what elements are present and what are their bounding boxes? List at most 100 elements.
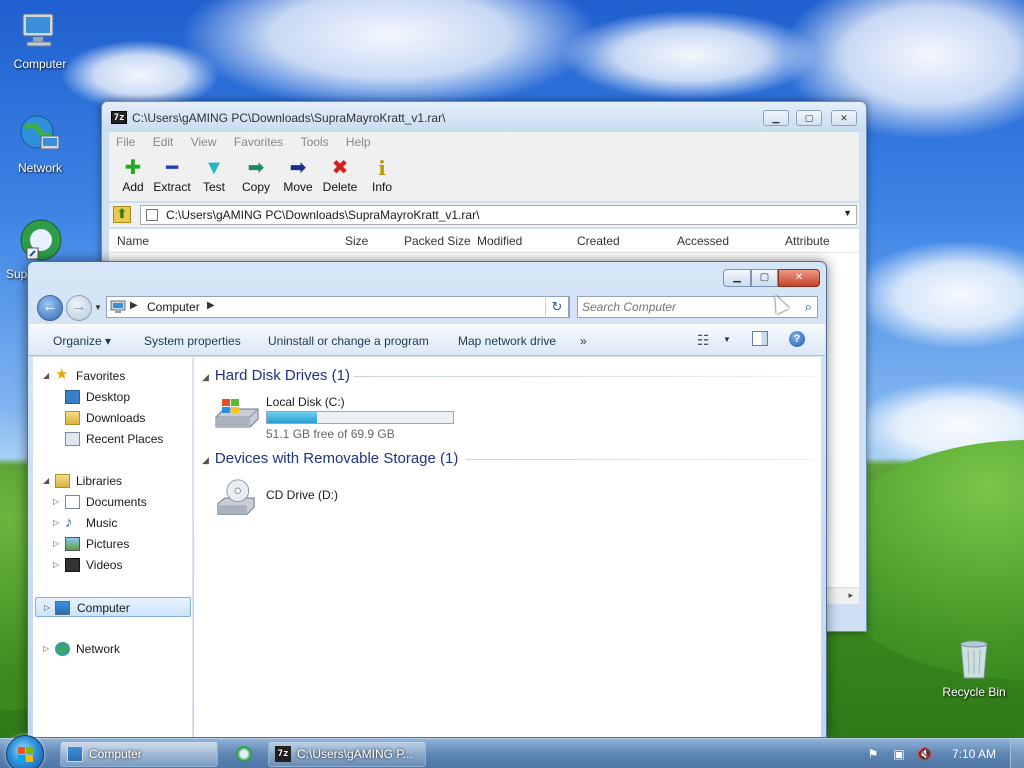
menu-edit[interactable]: Edit (146, 132, 181, 149)
show-desktop-button[interactable] (1010, 739, 1024, 768)
network-icon (55, 642, 70, 656)
nav-computer[interactable]: ▷ Computer (35, 597, 191, 617)
explorer-navigation-row: ← → ▼ ▶ Computer ▶ ▼ ↻ ⌕ (28, 292, 826, 322)
expand-arrow-icon[interactable]: ◢ (43, 366, 49, 386)
column-packed-size[interactable]: Packed Size (404, 234, 471, 248)
navigation-pane[interactable]: ◢ ★ Favorites Desktop Downloads Recent P… (33, 357, 193, 737)
group-header-removable-storage[interactable]: ◢ Devices with Removable Storage (1) (202, 450, 458, 467)
minimize-button[interactable]: ▁ (763, 110, 789, 126)
drive-local-disk-c[interactable]: Local Disk (C:) 51.1 GB free of 69.9 GB (212, 395, 512, 441)
drive-cd-d[interactable]: CD Drive (D:) (212, 478, 412, 524)
start-button[interactable] (6, 735, 44, 768)
nav-downloads[interactable]: Downloads (33, 408, 191, 428)
menu-help[interactable]: Help (339, 132, 378, 149)
flag-icon[interactable]: ⚑ (866, 747, 880, 761)
refresh-button[interactable]: ↻ (545, 296, 569, 318)
column-name[interactable]: Name (117, 234, 149, 248)
desktop-icon-recycle-bin[interactable]: Recycle Bin (936, 636, 1012, 699)
info-button[interactable]: i Info (361, 156, 403, 194)
taskbar-button-7zip[interactable]: 7z C:\Users\gAMING P... (268, 741, 426, 767)
group-header-hard-disk-drives[interactable]: ◢ Hard Disk Drives (1) (202, 367, 350, 384)
move-button[interactable]: ➡ Move (277, 156, 319, 194)
breadcrumb-computer[interactable]: Computer (147, 300, 200, 314)
nav-favorites[interactable]: ◢ ★ Favorites (33, 366, 191, 386)
column-created[interactable]: Created (577, 234, 620, 248)
nav-documents[interactable]: ▷ Documents (33, 492, 191, 512)
menu-tools[interactable]: Tools (294, 132, 336, 149)
system-properties-button[interactable]: System properties (144, 334, 241, 348)
add-button[interactable]: ✚ Add (112, 156, 154, 194)
scroll-right-icon[interactable]: ▸ (848, 590, 853, 601)
archive-icon (146, 209, 158, 221)
collapsed-arrow-icon[interactable]: ▷ (44, 598, 50, 618)
collapsed-arrow-icon[interactable]: ▷ (43, 639, 49, 659)
collapsed-arrow-icon[interactable]: ▷ (53, 513, 59, 533)
taskbar-button-computer[interactable]: Computer (60, 741, 218, 767)
breadcrumb[interactable]: ▶ Computer ▶ ▼ (106, 296, 570, 318)
nav-recent-places[interactable]: Recent Places (33, 429, 191, 449)
nav-music[interactable]: ▷ ♪ Music (33, 513, 191, 533)
breadcrumb-separator-icon[interactable]: ▶ (207, 300, 215, 311)
column-modified[interactable]: Modified (477, 234, 522, 248)
collapse-arrow-icon[interactable]: ◢ (202, 455, 209, 465)
collapsed-arrow-icon[interactable]: ▷ (53, 492, 59, 512)
nav-pictures[interactable]: ▷ Pictures (33, 534, 191, 554)
back-button[interactable]: ← (37, 295, 63, 321)
downloads-folder-icon (65, 411, 80, 425)
breadcrumb-separator-icon[interactable]: ▶ (130, 300, 138, 311)
move-icon: ➡ (289, 157, 307, 179)
nav-libraries[interactable]: ◢ Libraries (33, 471, 191, 491)
chevron-down-icon[interactable]: ▼ (843, 208, 852, 218)
collapsed-arrow-icon[interactable]: ▷ (53, 534, 59, 554)
column-size[interactable]: Size (345, 234, 368, 248)
menu-favorites[interactable]: Favorites (227, 132, 290, 149)
preview-pane-icon[interactable] (752, 331, 768, 346)
more-commands-button[interactable]: » (580, 334, 587, 348)
close-button[interactable]: ✕ (831, 110, 857, 126)
collapse-arrow-icon[interactable]: ◢ (202, 372, 209, 382)
search-icon[interactable]: ⌕ (805, 299, 812, 315)
forward-button[interactable]: → (66, 295, 92, 321)
network-tray-icon[interactable]: ▣ (892, 747, 906, 761)
nav-videos[interactable]: ▷ Videos (33, 555, 191, 575)
desktop-icon-network[interactable]: Network (2, 112, 78, 175)
expand-arrow-icon[interactable]: ◢ (43, 471, 49, 491)
map-network-drive-button[interactable]: Map network drive (458, 334, 556, 348)
menu-view[interactable]: View (184, 132, 224, 149)
organize-button[interactable]: Organize ▾ (53, 334, 111, 348)
minimize-button[interactable]: ▁ (723, 269, 751, 287)
column-accessed[interactable]: Accessed (677, 234, 729, 248)
recent-pages-chevron-icon[interactable]: ▼ (94, 303, 102, 312)
test-button[interactable]: ▼ Test (193, 156, 235, 194)
7zip-titlebar[interactable]: 7z C:\Users\gAMING PC\Downloads\SupraMay… (102, 102, 866, 132)
uninstall-program-button[interactable]: Uninstall or change a program (268, 334, 429, 348)
explorer-titlebar[interactable]: ▁ ▢ ✕ (28, 262, 826, 292)
delete-label: Delete (322, 180, 358, 194)
search-input[interactable] (582, 299, 782, 315)
up-folder-icon[interactable]: ⬆ (113, 206, 131, 223)
videos-icon (65, 558, 80, 572)
delete-button[interactable]: ✖ Delete (319, 156, 361, 194)
desktop-icon-computer[interactable]: Computer (2, 8, 78, 71)
close-button[interactable]: ✕ (778, 269, 820, 287)
change-view-icon[interactable]: ☷ (697, 332, 710, 349)
nav-desktop[interactable]: Desktop (33, 387, 191, 407)
taskbar-quicklaunch[interactable] (224, 741, 262, 767)
nav-network[interactable]: ▷ Network (33, 639, 191, 659)
view-options-chevron-icon[interactable]: ▼ (723, 335, 731, 344)
content-pane[interactable]: ◢ Hard Disk Drives (1) Local Disk (C:) 51… (194, 357, 821, 737)
copy-button[interactable]: ➡ Copy (235, 156, 277, 194)
pictures-icon (65, 537, 80, 551)
clock[interactable]: 7:10 AM (952, 747, 996, 761)
test-icon: ▼ (204, 157, 224, 179)
maximize-button[interactable]: ▢ (796, 110, 822, 126)
collapsed-arrow-icon[interactable]: ▷ (53, 555, 59, 575)
7zip-address-field[interactable]: C:\Users\gAMING PC\Downloads\SupraMayroK… (140, 205, 857, 225)
volume-muted-icon[interactable]: 🔇 (917, 747, 932, 761)
menu-file[interactable]: File (109, 132, 142, 149)
help-icon[interactable]: ? (789, 331, 805, 347)
explorer-window[interactable]: ▁ ▢ ✕ ← → ▼ ▶ Computer ▶ ▼ ↻ ⌕ Organize … (27, 261, 827, 738)
maximize-button[interactable]: ▢ (751, 269, 778, 287)
extract-button[interactable]: ━ Extract (151, 156, 193, 194)
column-attribute[interactable]: Attribute (785, 234, 830, 248)
